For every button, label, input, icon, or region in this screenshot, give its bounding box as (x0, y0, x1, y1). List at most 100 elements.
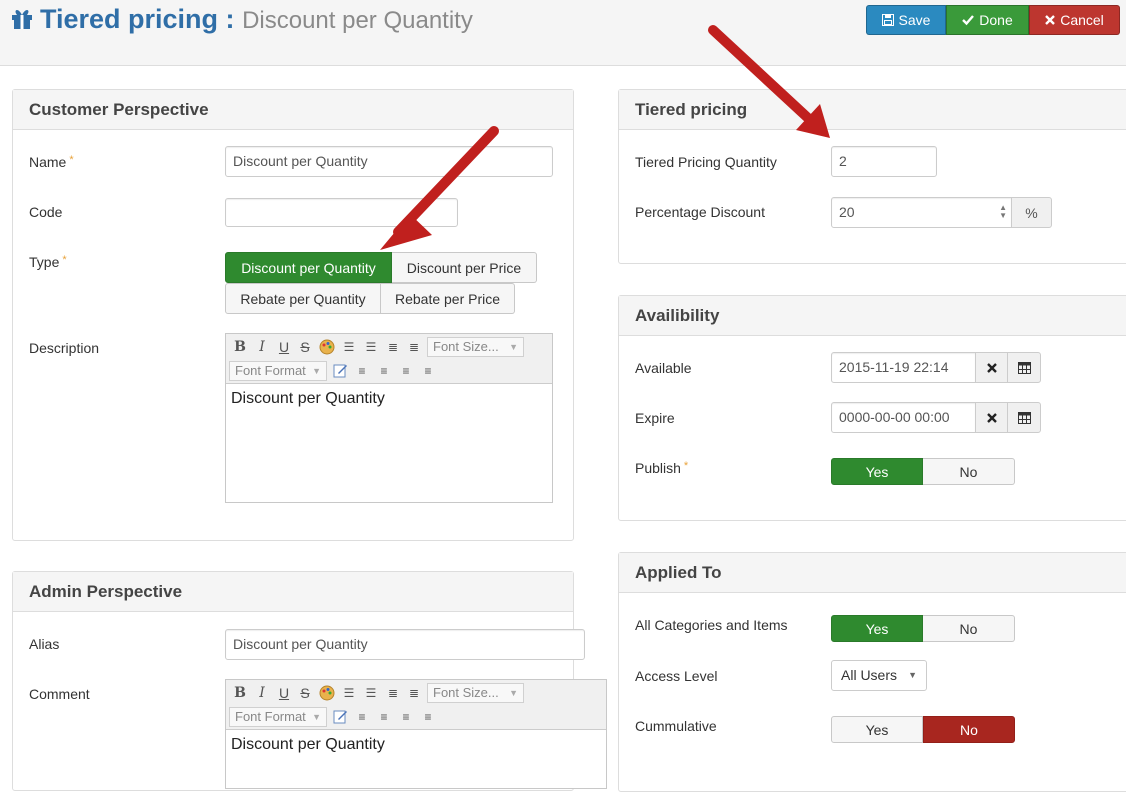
bold-icon[interactable]: B (232, 339, 248, 355)
type-option-rebate-per-price[interactable]: Rebate per Price (381, 283, 515, 314)
edit-icon[interactable] (332, 363, 348, 379)
publish-no-button[interactable]: No (923, 458, 1015, 485)
italic-icon[interactable]: I (254, 685, 270, 701)
check-icon (962, 15, 975, 26)
alias-input[interactable]: Discount per Quantity (225, 629, 585, 660)
cummulative-yes-button[interactable]: Yes (831, 716, 923, 743)
save-button[interactable]: Save (866, 5, 946, 35)
color-palette-icon[interactable] (319, 685, 335, 701)
calendar-icon (1017, 362, 1031, 374)
expire-label: Expire (635, 410, 675, 426)
customer-perspective-heading: Customer Perspective (13, 90, 573, 130)
tiered-quantity-input[interactable]: 2 (831, 146, 937, 177)
all-categories-yes-button[interactable]: Yes (831, 615, 923, 642)
cancel-button[interactable]: Cancel (1029, 5, 1120, 35)
comment-editor-toolbar: B I U S ☰ ☰ ≣ ≣ Font Size... ▼ Font Forma… (226, 680, 606, 730)
page-header: Tiered pricing : Discount per Quantity S… (0, 0, 1126, 66)
applied-to-heading: Applied To (619, 553, 1126, 593)
percentage-discount-value: 20 (839, 204, 855, 220)
outdent-icon[interactable]: ≣ (385, 339, 401, 355)
expire-calendar-button[interactable] (1007, 402, 1041, 433)
cummulative-label: Cummulative (635, 718, 717, 734)
indent-icon[interactable]: ≣ (406, 339, 422, 355)
access-level-select[interactable]: All Users ▼ (831, 660, 927, 691)
bold-icon[interactable]: B (232, 685, 248, 701)
done-label: Done (979, 12, 1013, 28)
font-format-select[interactable]: Font Format ▼ (229, 707, 327, 727)
all-categories-no-button[interactable]: No (923, 615, 1015, 642)
underline-icon[interactable]: U (276, 339, 292, 355)
strikethrough-icon[interactable]: S (297, 685, 313, 701)
publish-yes-button[interactable]: Yes (831, 458, 923, 485)
description-editor-content[interactable]: Discount per Quantity (226, 384, 552, 414)
align-center-icon[interactable]: ≡ (376, 363, 392, 379)
align-justify-icon[interactable]: ≡ (420, 709, 436, 725)
comment-editor-content[interactable]: Discount per Quantity (226, 730, 606, 760)
strikethrough-icon[interactable]: S (297, 339, 313, 355)
expire-clear-button[interactable] (975, 402, 1008, 433)
type-option-discount-per-price[interactable]: Discount per Price (392, 252, 537, 283)
font-size-select[interactable]: Font Size... ▼ (427, 683, 524, 703)
italic-icon[interactable]: I (254, 339, 270, 355)
comment-editor[interactable]: B I U S ☰ ☰ ≣ ≣ Font Size... ▼ Font Forma… (225, 679, 607, 789)
done-button[interactable]: Done (946, 5, 1029, 35)
admin-perspective-heading: Admin Perspective (13, 572, 573, 612)
type-label: Type * (29, 254, 67, 270)
align-right-icon[interactable]: ≡ (398, 709, 414, 725)
calendar-icon (1017, 412, 1031, 424)
unordered-list-icon[interactable]: ☰ (363, 339, 379, 355)
type-option-rebate-per-quantity[interactable]: Rebate per Quantity (225, 283, 381, 314)
percentage-discount-label: Percentage Discount (635, 204, 765, 220)
chevron-down-icon: ▼ (908, 670, 917, 680)
align-center-icon[interactable]: ≡ (376, 709, 392, 725)
tiered-pricing-heading: Tiered pricing (619, 90, 1126, 130)
unordered-list-icon[interactable]: ☰ (363, 685, 379, 701)
description-label: Description (29, 340, 100, 356)
available-label: Available (635, 360, 692, 376)
outdent-icon[interactable]: ≣ (385, 685, 401, 701)
edit-icon[interactable] (332, 709, 348, 725)
align-left-icon[interactable]: ≡ (354, 363, 370, 379)
type-option-discount-per-quantity[interactable]: Discount per Quantity (225, 252, 392, 283)
clear-icon (986, 362, 997, 373)
cummulative-toggle: Yes No (831, 716, 1015, 743)
access-level-label: Access Level (635, 668, 718, 684)
publish-toggle: Yes No (831, 458, 1015, 485)
expire-date-input[interactable]: 0000-00-00 00:00 (831, 402, 976, 433)
x-icon (1045, 15, 1056, 25)
availability-heading: Availibility (619, 296, 1126, 336)
title-subtitle: Discount per Quantity (242, 7, 473, 34)
spinner-icon[interactable]: ▲ ▼ (999, 204, 1007, 220)
name-label: Name * (29, 154, 74, 170)
available-date-input[interactable]: 2015-11-19 22:14 (831, 352, 976, 383)
align-left-icon[interactable]: ≡ (354, 709, 370, 725)
indent-icon[interactable]: ≣ (406, 685, 422, 701)
align-justify-icon[interactable]: ≡ (420, 363, 436, 379)
code-input[interactable] (225, 198, 458, 227)
font-size-select[interactable]: Font Size... ▼ (427, 337, 524, 357)
underline-icon[interactable]: U (276, 685, 292, 701)
tiered-quantity-label: Tiered Pricing Quantity (635, 154, 777, 170)
alias-label: Alias (29, 636, 60, 652)
name-input[interactable]: Discount per Quantity (225, 146, 553, 177)
all-categories-label: All Categories and Items (635, 617, 788, 633)
save-label: Save (898, 12, 931, 28)
cummulative-no-button[interactable]: No (923, 716, 1015, 743)
page-title: Tiered pricing : Discount per Quantity (10, 4, 473, 35)
percentage-discount-input[interactable]: 20 ▲ ▼ (831, 197, 1012, 228)
title-main: Tiered pricing : (40, 4, 235, 34)
align-right-icon[interactable]: ≡ (398, 363, 414, 379)
ordered-list-icon[interactable]: ☰ (341, 339, 357, 355)
color-palette-icon[interactable] (319, 339, 335, 355)
type-button-group-row1: Discount per Quantity Discount per Price (225, 252, 537, 283)
available-calendar-button[interactable] (1007, 352, 1041, 383)
ordered-list-icon[interactable]: ☰ (341, 685, 357, 701)
font-format-select[interactable]: Font Format ▼ (229, 361, 327, 381)
type-button-group-row2: Rebate per Quantity Rebate per Price (225, 283, 515, 314)
gift-icon (12, 10, 32, 29)
available-clear-button[interactable] (975, 352, 1008, 383)
cancel-label: Cancel (1060, 12, 1104, 28)
description-editor[interactable]: B I U S ☰ ☰ ≣ ≣ Font Size... ▼ Font Forma… (225, 333, 553, 503)
toolbar: Save Done Cancel (866, 5, 1120, 35)
all-categories-toggle: Yes No (831, 615, 1015, 642)
